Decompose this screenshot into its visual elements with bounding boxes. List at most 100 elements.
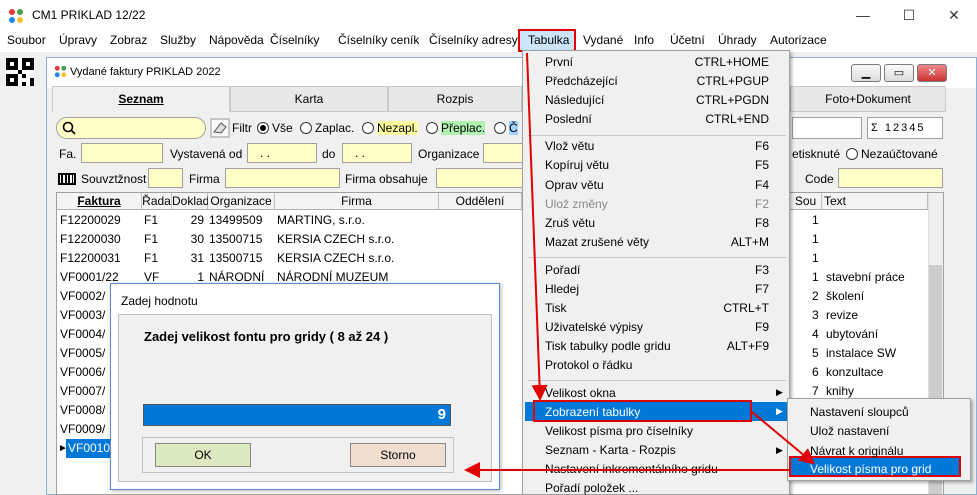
menu-item-1[interactable]: Předcházející	[545, 74, 618, 88]
sum-buttons[interactable]: Σ 12345	[867, 117, 943, 139]
qr-code-icon[interactable]	[6, 58, 34, 86]
menu-item-21[interactable]: Pořadí položek ...	[545, 481, 638, 495]
minimize-button[interactable]: —	[840, 0, 886, 30]
menu-info[interactable]: Info	[634, 33, 654, 47]
table-cell-sou[interactable]: 3	[812, 306, 822, 325]
child-close-button[interactable]: ✕	[917, 64, 947, 82]
table-cell-sou[interactable]: 6	[812, 363, 822, 382]
menu-item-20[interactable]: Nastavení inkrementálního gridu	[545, 462, 718, 476]
menu-item-16[interactable]: Velikost okna	[545, 386, 616, 400]
menu-item-12[interactable]: Tisk	[545, 301, 567, 315]
table-cell-faktura[interactable]: F12200030	[60, 230, 140, 249]
organizace-input[interactable]	[483, 143, 523, 163]
table-cell-text[interactable]	[826, 230, 926, 249]
table-cell-text[interactable]: stavební práce	[826, 268, 926, 287]
col-text[interactable]: Text	[822, 193, 928, 210]
table-cell-sou[interactable]: 4	[812, 325, 822, 344]
menu-vydane[interactable]: Vydané	[583, 33, 623, 47]
souvztaznost-input[interactable]	[148, 168, 183, 188]
menu-item-19[interactable]: Seznam - Karta - Rozpis	[545, 443, 676, 457]
submenu-nastaveni-sloupcu[interactable]: Nastavení sloupců	[810, 405, 909, 419]
filter-zaplac[interactable]: Zaplac.	[300, 121, 354, 135]
submenu-uloz-nastaveni[interactable]: Ulož nastavení	[810, 424, 889, 438]
table-cell-text[interactable]: revize	[826, 306, 926, 325]
menu-ucetni[interactable]: Účetní	[670, 33, 705, 47]
table-cell-rada[interactable]: F1	[144, 230, 172, 249]
menu-sluzby[interactable]: Služby	[160, 33, 196, 47]
filter-vse[interactable]: Vše	[257, 121, 293, 135]
filter-preplac[interactable]: Přeplac.	[426, 121, 486, 135]
table-cell-sou[interactable]: 1	[812, 268, 822, 287]
tab-seznam[interactable]: Seznam	[52, 86, 230, 112]
col-oddeleni[interactable]: Oddělení	[439, 193, 522, 210]
menu-item-13[interactable]: Uživatelské výpisy	[545, 320, 643, 334]
font-size-input[interactable]: 9	[143, 404, 451, 426]
col-sou[interactable]: Sou	[790, 193, 822, 210]
right-input[interactable]	[792, 117, 862, 139]
table-cell-faktura[interactable]: F12200029	[60, 211, 140, 230]
table-cell-firma[interactable]: KERSIA CZECH s.r.o.	[277, 230, 437, 249]
menu-item-5[interactable]: Kopíruj větu	[545, 158, 609, 172]
maximize-button[interactable]: ☐	[886, 0, 932, 30]
submenu-velikost-pisma-pro-grid[interactable]: Velikost písma pro grid	[810, 462, 931, 476]
menu-item-10[interactable]: Pořadí	[545, 263, 580, 277]
vystavena-to-input[interactable]: . .	[342, 143, 412, 163]
close-button[interactable]: ✕	[931, 0, 977, 30]
table-cell-rada[interactable]: F1	[144, 249, 172, 268]
table-cell-text[interactable]	[826, 211, 926, 230]
menu-item-3[interactable]: Poslední	[545, 112, 592, 126]
netisknute-radio[interactable]: etisknuté	[792, 147, 840, 161]
ok-button[interactable]: OK	[155, 443, 251, 467]
table-cell-text[interactable]: konzultace	[826, 363, 926, 382]
menu-soubor[interactable]: Soubor	[7, 33, 46, 47]
menu-item-7[interactable]: Ulož změny	[545, 197, 608, 211]
table-cell-sou[interactable]: 1	[812, 249, 822, 268]
menu-item-2[interactable]: Následující	[545, 93, 604, 107]
filter-c[interactable]: Č	[494, 121, 518, 135]
table-cell-sou[interactable]: 1	[812, 211, 822, 230]
table-cell-firma[interactable]: MARTING, s.r.o.	[277, 211, 437, 230]
menu-item-14[interactable]: Tisk tabulky podle gridu	[545, 339, 671, 353]
menu-item-9[interactable]: Mazat zrušené věty	[545, 235, 649, 249]
col-firma[interactable]: Firma	[275, 193, 439, 210]
table-cell-sou[interactable]: 2	[812, 287, 822, 306]
child-minimize-button[interactable]: ▁	[851, 64, 881, 82]
menu-tabulka[interactable]: Tabulka	[528, 33, 569, 47]
tab-karta[interactable]: Karta	[230, 86, 388, 112]
table-cell-sou[interactable]: 1	[812, 230, 822, 249]
nezauctovane-radio[interactable]: Nezaúčtované	[846, 147, 938, 161]
search-input[interactable]	[56, 117, 206, 139]
fa-input[interactable]	[81, 143, 163, 163]
menu-ciselniky-adresy[interactable]: Číselníky adresy	[429, 33, 518, 47]
table-cell-text[interactable]: instalace SW	[826, 344, 926, 363]
vystavena-from-input[interactable]: . .	[247, 143, 317, 163]
tab-foto-dokument[interactable]: Foto+Dokument	[790, 86, 946, 112]
table-cell-doklad[interactable]: 30	[172, 230, 204, 249]
table-cell-text[interactable]: školení	[826, 287, 926, 306]
table-cell-sou[interactable]: 5	[812, 344, 822, 363]
menu-item-6[interactable]: Oprav větu	[545, 178, 604, 192]
submenu-navrat-k-originalu[interactable]: Návrat k originálu	[810, 444, 903, 458]
menu-autorizace[interactable]: Autorizace	[770, 33, 827, 47]
filter-nezapl[interactable]: Nezapl.	[362, 121, 418, 135]
col-organizace[interactable]: Organizace	[208, 193, 275, 210]
menu-napoveda[interactable]: Nápověda	[209, 33, 264, 47]
eraser-icon[interactable]	[210, 118, 230, 138]
child-maximize-button[interactable]: ▭	[884, 64, 914, 82]
menu-item-0[interactable]: První	[545, 55, 573, 69]
tab-rozpis[interactable]: Rozpis	[388, 86, 522, 112]
menu-upravy[interactable]: Úpravy	[59, 33, 97, 47]
table-cell-text[interactable]	[826, 249, 926, 268]
table-cell-org[interactable]: 13499509	[209, 211, 274, 230]
table-cell-doklad[interactable]: 29	[172, 211, 204, 230]
table-cell-rada[interactable]: F1	[144, 211, 172, 230]
storno-button[interactable]: Storno	[350, 443, 446, 467]
table-cell-text[interactable]: ubytování	[826, 325, 926, 344]
firma-input[interactable]	[225, 168, 340, 188]
col-rada[interactable]: Řada	[142, 193, 172, 210]
menu-uhrady[interactable]: Úhrady	[718, 33, 757, 47]
firma-obsahuje-input[interactable]	[436, 168, 523, 188]
table-cell-doklad[interactable]: 31	[172, 249, 204, 268]
table-cell-firma[interactable]: KERSIA CZECH s.r.o.	[277, 249, 437, 268]
menu-item-15[interactable]: Protokol o řádku	[545, 358, 632, 372]
